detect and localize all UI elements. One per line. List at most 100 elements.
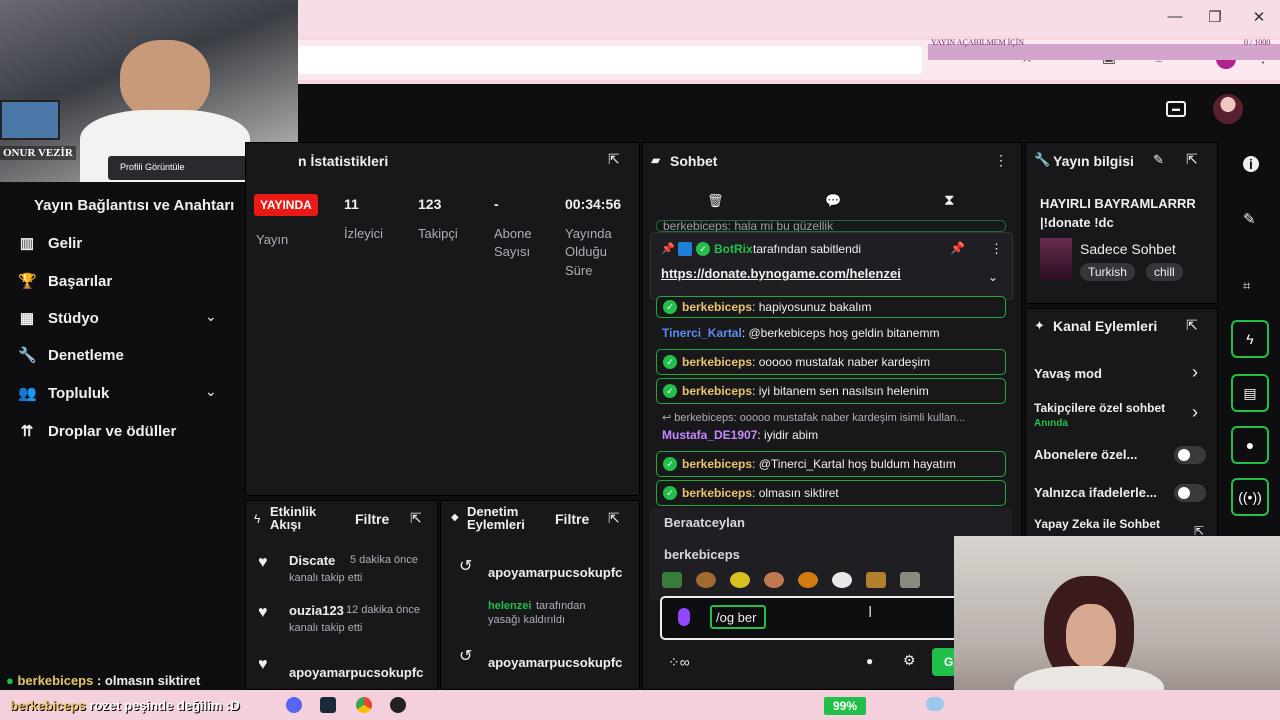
- channel-points-icon[interactable]: ⁘∞: [668, 654, 690, 671]
- slow-mode-label[interactable]: Yavaş mod: [1034, 366, 1102, 381]
- emotes-only-label: Yalnızca ifadelerle...: [1034, 485, 1157, 500]
- trash-icon[interactable]: 🗑: [707, 193, 724, 209]
- weather-icon[interactable]: [926, 697, 944, 711]
- mic-icon[interactable]: [678, 608, 690, 626]
- tag[interactable]: Turkish: [1080, 263, 1135, 281]
- unpin-icon[interactable]: 📌: [950, 241, 965, 255]
- pinned-link[interactable]: https://donate.bynogame.com/helenzei: [661, 266, 901, 281]
- drops-icon: ⇈: [20, 423, 34, 440]
- moderation-user[interactable]: apoyamarpucsokupfc: [488, 655, 622, 670]
- followers-only-label[interactable]: Takipçilere özel sohbet: [1034, 401, 1165, 415]
- chat-username[interactable]: Mustafa_DE1907: [662, 428, 757, 442]
- popout-icon[interactable]: ⇱: [410, 510, 422, 527]
- sidebar-item-basarilar[interactable]: 🏆 Başarılar: [18, 266, 112, 296]
- tag[interactable]: chill: [1146, 263, 1183, 281]
- emote-icon[interactable]: [900, 572, 920, 588]
- moderation-user[interactable]: apoyamarpucsokupfc: [488, 565, 622, 580]
- steam-icon[interactable]: [320, 697, 336, 713]
- profile-tooltip[interactable]: Profili Görüntüle: [108, 156, 258, 180]
- sidebar-item-denetleme[interactable]: 🔧 Denetleme: [18, 340, 124, 370]
- emote-icon[interactable]: [662, 572, 682, 588]
- stat-subs-label: Abone: [494, 226, 532, 241]
- overlay-chat-text: : olmasın siktiret: [93, 673, 201, 688]
- category-box-art[interactable]: [1040, 238, 1072, 280]
- stream-manager-icon[interactable]: ▬: [1166, 101, 1186, 117]
- chat-bubble-icon[interactable]: ●: [866, 654, 873, 668]
- edit-icon[interactable]: ✎: [1153, 152, 1164, 168]
- stat-viewers-label: İzleyici: [344, 226, 384, 241]
- popout-icon[interactable]: ⇱: [1186, 151, 1198, 168]
- activity-user[interactable]: Discate: [289, 553, 335, 568]
- trophy-icon: 🏆: [18, 273, 37, 290]
- moderation-filter-button[interactable]: Filtre: [555, 511, 589, 527]
- chat-input[interactable]: /og ber: [710, 605, 766, 629]
- chat-username[interactable]: berkebiceps: [682, 486, 752, 500]
- heart-icon: ♥: [258, 604, 268, 621]
- chat-message: ✓ berkebiceps: @Tinerci_Kartal hoş buldum…: [656, 451, 1006, 477]
- avatar[interactable]: [1213, 94, 1243, 124]
- restore-button[interactable]: ❐: [1204, 8, 1226, 28]
- moderation-title: Eylemleri: [467, 517, 525, 532]
- gear-icon[interactable]: ⚙: [903, 652, 916, 669]
- quick-action-broadcast[interactable]: ((•)): [1231, 478, 1269, 516]
- sidebar-item-studyo[interactable]: ▦ Stüdyo: [18, 303, 99, 333]
- overlay-title-strip: YAYIN AÇABILMEM İÇİN 0 / 1000: [928, 38, 1280, 60]
- emotes-only-toggle[interactable]: [1174, 484, 1206, 502]
- chat-message-text: : olmasın siktiret: [752, 486, 839, 500]
- sidebar-item-topluluk[interactable]: 👥 Topluluk: [18, 378, 109, 408]
- popout-icon[interactable]: ⇱: [608, 510, 620, 527]
- address-input[interactable]: [298, 46, 922, 74]
- battery-indicator[interactable]: 99%: [824, 697, 866, 715]
- chevron-down-icon[interactable]: ⌄: [205, 308, 217, 325]
- chat-username[interactable]: Tinerci_Kartal: [662, 326, 742, 340]
- send-button[interactable]: G: [932, 648, 956, 676]
- info-icon[interactable]: i: [1243, 156, 1259, 172]
- chevron-right-icon[interactable]: ›: [1192, 402, 1198, 423]
- activity-user[interactable]: ouzia123: [289, 603, 344, 618]
- activity-desc: kanalı takip etti: [289, 572, 363, 584]
- discord-icon[interactable]: [286, 697, 302, 713]
- sidebar-item-gelir[interactable]: ▥ Gelir: [18, 228, 82, 258]
- activity-user[interactable]: apoyamarpucsokupfc: [289, 665, 423, 680]
- emote-icon[interactable]: [764, 572, 784, 588]
- hourglass-icon[interactable]: ⧗: [944, 192, 955, 209]
- chat-username[interactable]: berkebiceps: [682, 457, 752, 471]
- popout-icon[interactable]: ⇱: [1186, 317, 1198, 334]
- emote-icon[interactable]: [730, 572, 750, 588]
- emote-icon[interactable]: [832, 572, 852, 588]
- chat-username[interactable]: berkebiceps: [682, 384, 752, 398]
- quick-action-notes[interactable]: ▤: [1231, 374, 1269, 412]
- emote-icon[interactable]: [798, 572, 818, 588]
- moderator-name[interactable]: helenzei: [488, 600, 531, 612]
- close-button[interactable]: ✕: [1248, 8, 1270, 28]
- more-icon[interactable]: ⋮: [990, 241, 1003, 257]
- chevron-down-icon[interactable]: ⌄: [205, 383, 217, 400]
- subs-only-toggle[interactable]: [1174, 446, 1206, 464]
- chat-input-box[interactable]: [660, 596, 960, 640]
- category-name[interactable]: Sadece Sohbet: [1080, 241, 1176, 257]
- autocomplete-item[interactable]: berkebiceps: [664, 547, 740, 562]
- chevron-down-icon[interactable]: ⌄: [988, 270, 998, 284]
- emote-icon[interactable]: [866, 572, 886, 588]
- emote-icon[interactable]: [696, 572, 716, 588]
- chevron-right-icon[interactable]: ›: [1192, 362, 1198, 383]
- chat-username[interactable]: berkebiceps: [682, 355, 752, 369]
- more-icon[interactable]: ⋮: [994, 152, 1008, 169]
- activity-filter-button[interactable]: Filtre: [355, 511, 389, 527]
- sidebar-section-title[interactable]: Yayın Bağlantısı ve Anahtarı: [34, 197, 234, 214]
- notes-icon: ▤: [1243, 384, 1257, 401]
- popout-icon[interactable]: ⇱: [608, 151, 620, 168]
- chat-settings-icon[interactable]: 💬: [825, 193, 841, 209]
- edit-icon[interactable]: ✎: [1243, 210, 1256, 228]
- obs-icon[interactable]: [390, 697, 406, 713]
- screenshot-icon[interactable]: ⌗: [1243, 278, 1250, 294]
- broadcast-icon: ((•)): [1238, 489, 1262, 505]
- chat-username[interactable]: berkebiceps: [682, 300, 752, 314]
- autocomplete-item[interactable]: Beraatceylan: [664, 515, 745, 530]
- quick-action-bolt[interactable]: ϟ: [1231, 320, 1269, 358]
- chrome-icon[interactable]: [356, 697, 372, 713]
- minimize-button[interactable]: —: [1164, 8, 1186, 28]
- quick-action-chat[interactable]: ●: [1231, 426, 1269, 464]
- sidebar-item-droplar[interactable]: ⇈ Droplar ve ödüller: [18, 416, 177, 446]
- pinned-by-user[interactable]: BotRix: [714, 242, 753, 256]
